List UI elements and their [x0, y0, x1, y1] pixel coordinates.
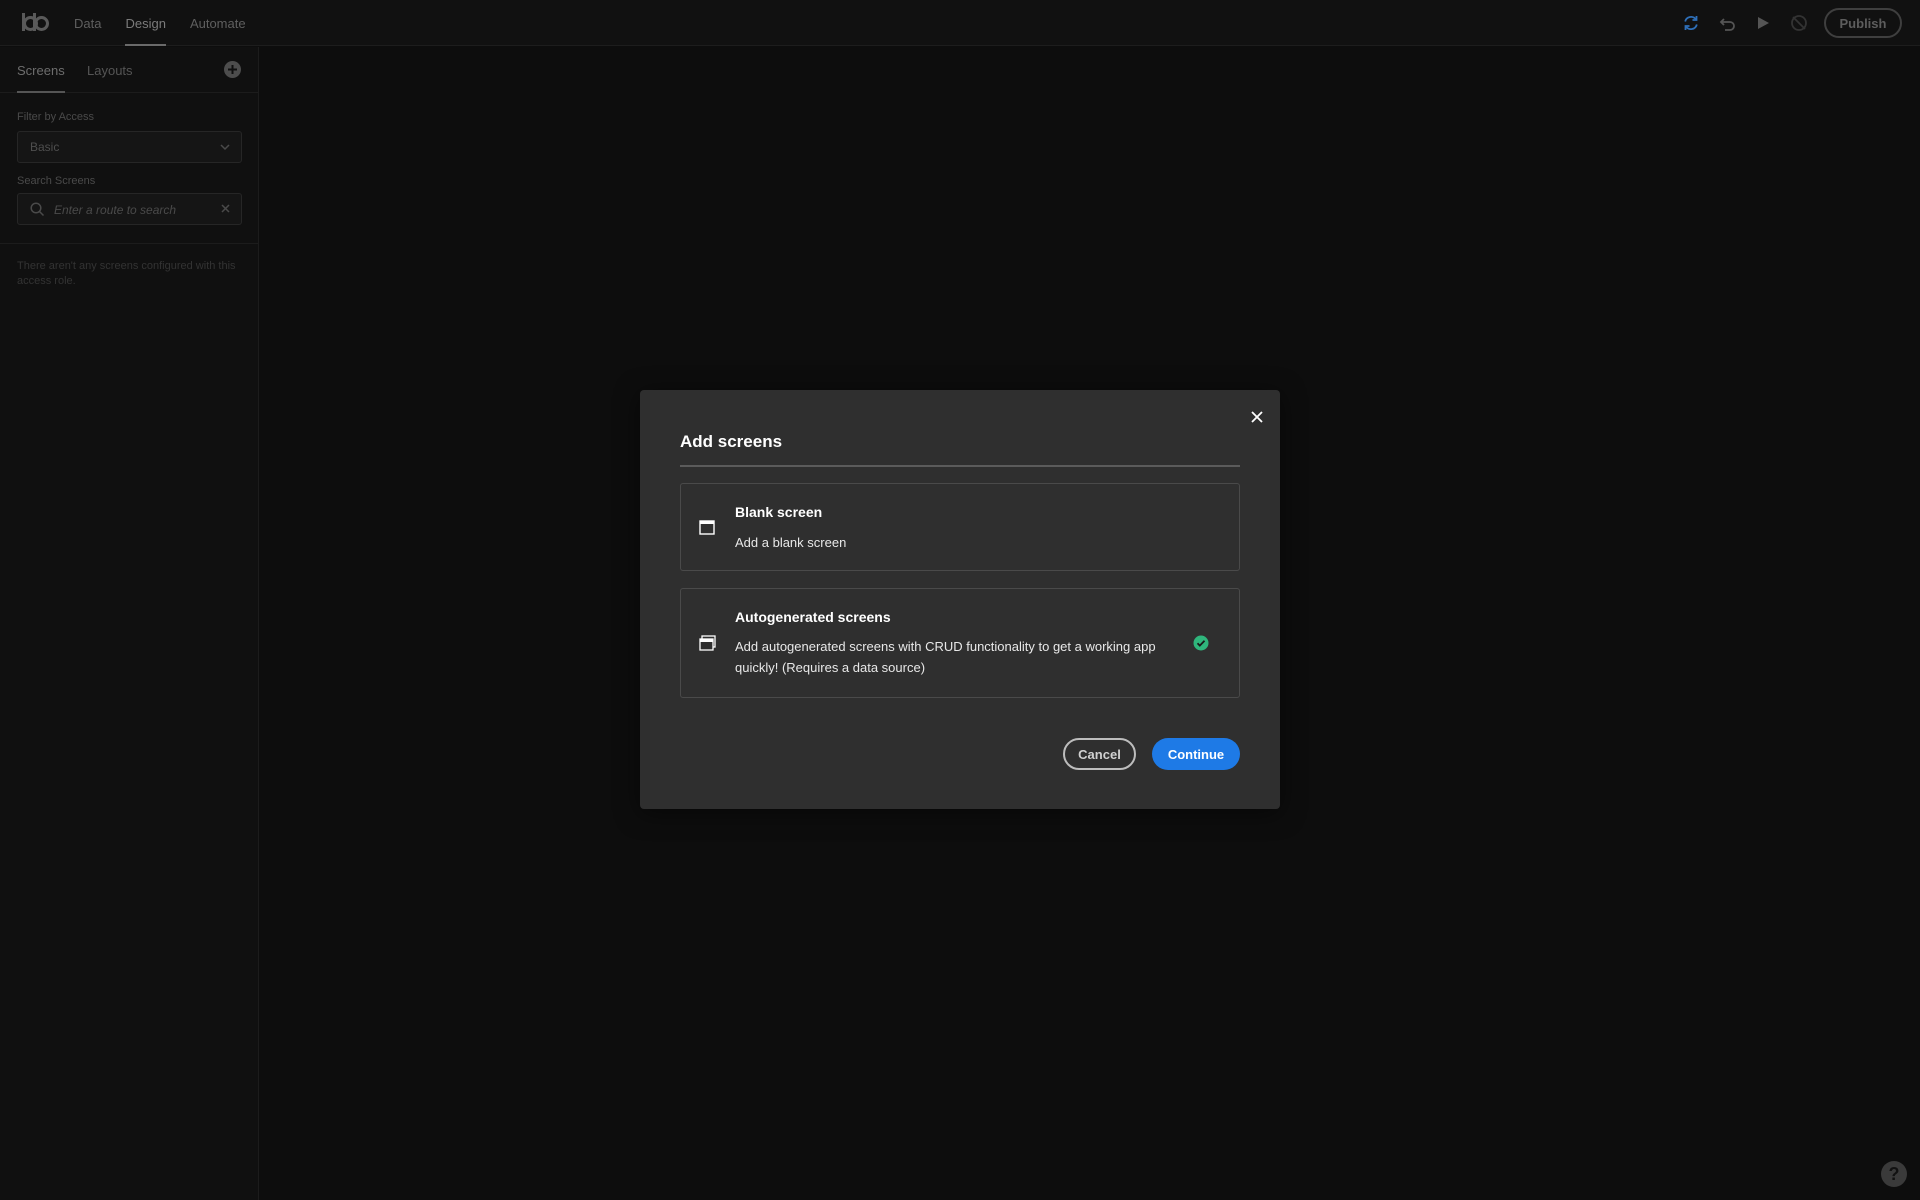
- modal-title: Add screens: [680, 432, 783, 451]
- add-screens-modal: Add screens Blank screen Add a blank scr…: [640, 390, 1280, 809]
- plus-icon: [228, 65, 237, 74]
- search-screens-input[interactable]: [54, 200, 214, 220]
- empty-screens-message: There aren't any screens configured with…: [17, 260, 236, 287]
- checkmark-circle-icon: [1193, 635, 1209, 651]
- tab-automate[interactable]: Automate: [190, 0, 246, 46]
- sidebar-divider: [0, 243, 258, 244]
- top-nav: Data Design Automate: [74, 0, 270, 46]
- option-title: Autogenerated screens: [735, 609, 891, 625]
- chevron-down-icon: [220, 144, 230, 151]
- tab-design[interactable]: Design: [125, 0, 167, 46]
- continue-button[interactable]: Continue: [1152, 738, 1240, 770]
- filter-access-label: Filter by Access: [17, 111, 95, 123]
- help-button[interactable]: ?: [1881, 1161, 1907, 1187]
- publish-button[interactable]: Publish: [1824, 8, 1902, 38]
- sidebar: Screens Layouts Filter by Access Basic S…: [0, 47, 259, 1200]
- add-screen-button[interactable]: [224, 61, 241, 78]
- option-autogenerated-screens[interactable]: Autogenerated screens Add autogenerated …: [680, 588, 1240, 698]
- modal-divider: [680, 465, 1240, 467]
- option-description: Add autogenerated screens with CRUD func…: [735, 639, 1156, 675]
- option-blank-screen[interactable]: Blank screen Add a blank screen: [680, 483, 1240, 571]
- cancel-button[interactable]: Cancel: [1063, 738, 1136, 770]
- tab-screens[interactable]: Screens: [17, 47, 65, 93]
- search-icon: [30, 202, 45, 217]
- play-icon[interactable]: [1752, 12, 1774, 34]
- option-title: Blank screen: [735, 504, 823, 520]
- option-description: Add a blank screen: [735, 535, 847, 550]
- screens-stack-icon: [699, 635, 716, 651]
- search-screens-label: Search Screens: [17, 175, 96, 187]
- access-role-value: Basic: [30, 140, 60, 154]
- search-screens-box: [17, 193, 242, 225]
- sidebar-tabs: Screens Layouts: [0, 47, 258, 93]
- top-actions: [1680, 0, 1810, 46]
- unpublish-icon[interactable]: [1788, 12, 1810, 34]
- budibase-logo-icon[interactable]: [22, 13, 49, 31]
- clear-icon[interactable]: [220, 203, 231, 214]
- close-icon: [1251, 411, 1263, 423]
- close-button[interactable]: [1247, 407, 1267, 427]
- refresh-icon[interactable]: [1680, 12, 1702, 34]
- revert-icon[interactable]: [1716, 12, 1738, 34]
- tab-data[interactable]: Data: [74, 0, 101, 46]
- top-bar: Data Design Automate Publish: [0, 0, 1920, 46]
- tab-layouts[interactable]: Layouts: [87, 47, 133, 93]
- screen-icon: [699, 520, 715, 535]
- access-role-select[interactable]: Basic: [17, 131, 242, 163]
